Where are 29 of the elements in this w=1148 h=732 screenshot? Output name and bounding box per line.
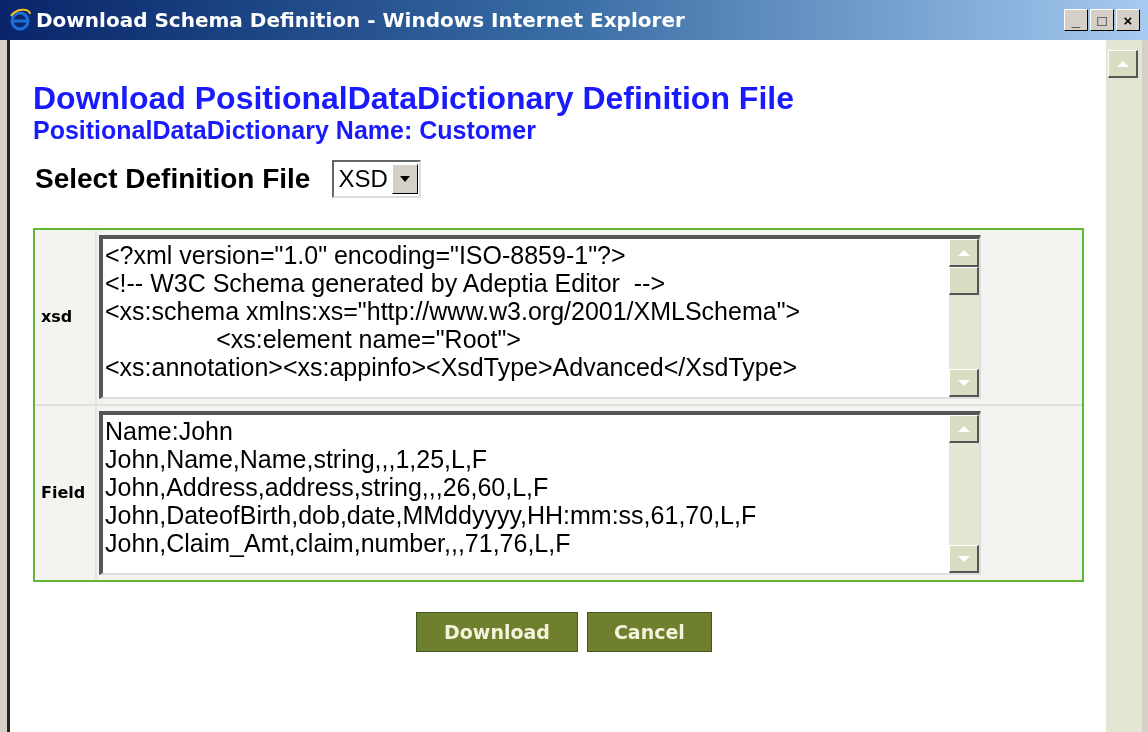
scroll-up-button[interactable] — [949, 415, 979, 443]
window-title: Download Schema Definition - Windows Internet Explorer — [36, 7, 685, 34]
download-button[interactable]: Download — [416, 612, 578, 652]
scrollbar[interactable] — [949, 239, 979, 397]
scroll-down-button[interactable] — [949, 545, 979, 573]
scroll-up-button[interactable] — [949, 239, 979, 267]
scroll-down-button[interactable] — [949, 369, 979, 397]
scroll-thumb[interactable] — [949, 267, 979, 295]
page-scroll-up-button[interactable] — [1108, 50, 1138, 78]
select-label: Select Definition File — [35, 162, 311, 196]
maximize-button[interactable]: □ — [1090, 9, 1114, 31]
down-arrow-icon — [957, 554, 970, 563]
minimize-button[interactable]: _ — [1064, 9, 1088, 31]
definition-file-select[interactable]: XSD — [332, 160, 421, 198]
row-label: xsd — [41, 306, 73, 328]
scrollbar[interactable] — [949, 415, 979, 573]
up-arrow-icon — [957, 248, 970, 257]
up-arrow-icon — [957, 424, 970, 433]
close-button[interactable]: × — [1116, 9, 1140, 31]
definition-text-area[interactable]: Name:John John,Name,Name,string,,,1,25,L,F John,Address,address,string,,,26,60,L,F John,DateofBirth,dob,date,MMddyyyy,HH:mm:ss,61,70,L,F John,Claim_Amt,claim,number,,,71,76,L,F — [99, 411, 981, 575]
row-label: Field — [41, 482, 86, 504]
definition-text-area[interactable]: <?xml version="1.0" encoding="ISO-8859-1"?> <!-- W3C Schema generated by Adeptia Editor --> <xs:schema xmlns:xs="http://www.w3.org/2001/XMLSchema"> <xs:element name="Root"> <xs:annotation><xs:appinfo><XsdType>Advanced</XsdType> — [99, 235, 981, 399]
page-scrollbar[interactable] — [1106, 40, 1148, 732]
browser-logo-icon — [8, 8, 32, 32]
page-heading: Download PositionalDataDictionary Definition File — [33, 80, 795, 116]
dictionary-name: PositionalDataDictionary Name: Customer — [33, 116, 537, 144]
up-arrow-icon — [1116, 59, 1129, 68]
cancel-button[interactable]: Cancel — [586, 612, 712, 652]
down-arrow-icon — [957, 378, 970, 387]
